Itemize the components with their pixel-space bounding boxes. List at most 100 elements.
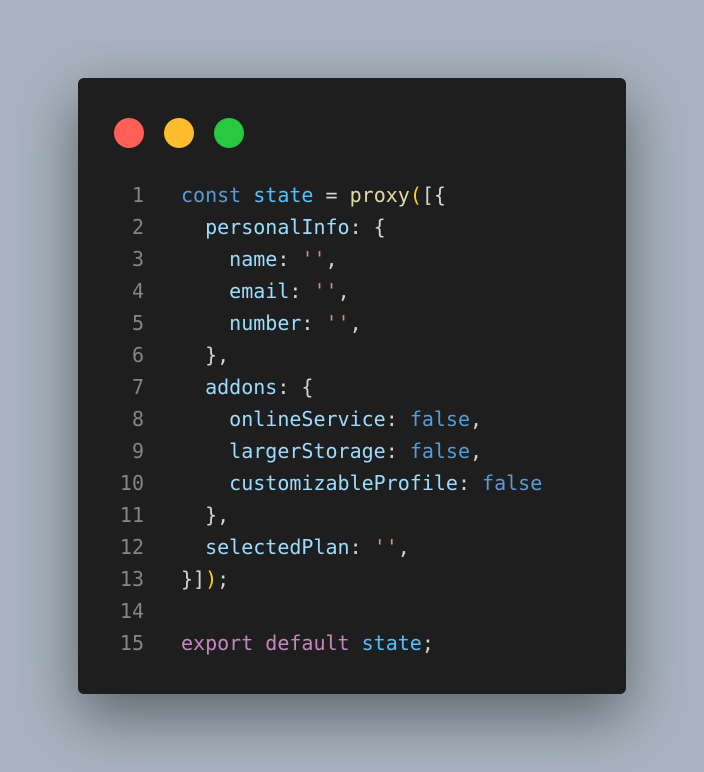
code-line: 12 selectedPlan: '',	[78, 531, 626, 563]
code-token: selectedPlan	[205, 535, 350, 559]
code-line: 4 email: '',	[78, 275, 626, 307]
code-token: onlineService	[229, 407, 386, 431]
code-token: }]	[181, 567, 206, 591]
code-token: :	[457, 471, 483, 495]
code-token: [{	[421, 183, 446, 207]
code-token: :	[277, 247, 302, 271]
code-token: number	[229, 311, 302, 335]
code-token: : {	[349, 215, 386, 239]
line-source: },	[181, 499, 229, 531]
line-number: 11	[119, 503, 144, 527]
code-block: 1 const state = proxy([{2 personalInfo: {…	[78, 179, 626, 659]
code-line: 13}]);	[78, 563, 626, 595]
line-source: onlineService: false,	[181, 403, 482, 435]
code-token: export	[181, 631, 254, 655]
line-source: },	[181, 339, 229, 371]
code-token: name	[229, 247, 278, 271]
line-number: 12	[119, 535, 144, 559]
code-token: ,	[337, 279, 350, 303]
line-source: largerStorage: false,	[181, 435, 482, 467]
code-token: personalInfo	[205, 215, 350, 239]
code-line: 11 },	[78, 499, 626, 531]
code-token: ,	[470, 439, 483, 463]
window-controls	[114, 118, 244, 148]
code-token: (	[409, 183, 422, 207]
line-source: const state = proxy([{	[181, 179, 446, 211]
code-token: customizableProfile	[229, 471, 458, 495]
code-token: ,	[470, 407, 483, 431]
code-line: 8 onlineService: false,	[78, 403, 626, 435]
code-token: =	[313, 183, 350, 207]
code-line: 3 name: '',	[78, 243, 626, 275]
minimize-dot-icon[interactable]	[164, 118, 194, 148]
code-token: state	[253, 183, 314, 207]
code-token: false	[409, 407, 471, 431]
line-number: 9	[131, 439, 144, 463]
line-number: 14	[119, 599, 144, 623]
code-line: 10 customizableProfile: false	[78, 467, 626, 499]
code-token: ,	[349, 311, 362, 335]
line-number: 3	[131, 247, 144, 271]
code-token: ;	[217, 567, 230, 591]
line-source: }]);	[181, 563, 229, 595]
line-number: 5	[131, 311, 144, 335]
code-token: ''	[301, 247, 326, 271]
code-token: state	[361, 631, 422, 655]
code-token: addons	[205, 375, 278, 399]
code-token: largerStorage	[229, 439, 386, 463]
code-line: 5 number: '',	[78, 307, 626, 339]
line-number: 6	[131, 343, 144, 367]
maximize-dot-icon[interactable]	[214, 118, 244, 148]
code-token: : {	[277, 375, 314, 399]
line-source: personalInfo: {	[181, 211, 386, 243]
line-source: email: '',	[181, 275, 350, 307]
line-source: number: '',	[181, 307, 362, 339]
code-line: 2 personalInfo: {	[78, 211, 626, 243]
line-source: customizableProfile: false	[181, 467, 542, 499]
code-token: :	[349, 535, 374, 559]
code-line: 7 addons: {	[78, 371, 626, 403]
code-token: },	[205, 343, 230, 367]
line-number: 13	[119, 567, 144, 591]
code-line: 1 const state = proxy([{	[78, 179, 626, 211]
code-token: proxy	[349, 183, 410, 207]
line-number: 8	[131, 407, 144, 431]
code-token: :	[289, 279, 314, 303]
code-window: 1 const state = proxy([{2 personalInfo: {…	[78, 78, 626, 694]
line-source: name: '',	[181, 243, 337, 275]
line-source: export default state;	[181, 627, 434, 659]
code-token: :	[385, 407, 410, 431]
line-number: 15	[119, 631, 144, 655]
line-source: addons: {	[181, 371, 313, 403]
code-token: ,	[397, 535, 410, 559]
code-token: )	[205, 567, 218, 591]
code-token: false	[482, 471, 543, 495]
line-number: 7	[131, 375, 144, 399]
code-token: :	[385, 439, 410, 463]
code-line: 14	[78, 595, 626, 627]
line-source: selectedPlan: '',	[181, 531, 410, 563]
code-token: const	[181, 183, 242, 207]
close-dot-icon[interactable]	[114, 118, 144, 148]
code-token: false	[409, 439, 471, 463]
code-line: 15 export default state;	[78, 627, 626, 659]
line-number: 4	[131, 279, 144, 303]
code-token: ''	[373, 535, 398, 559]
code-token: ''	[325, 311, 350, 335]
line-number: 2	[131, 215, 144, 239]
line-number: 1	[131, 183, 144, 207]
